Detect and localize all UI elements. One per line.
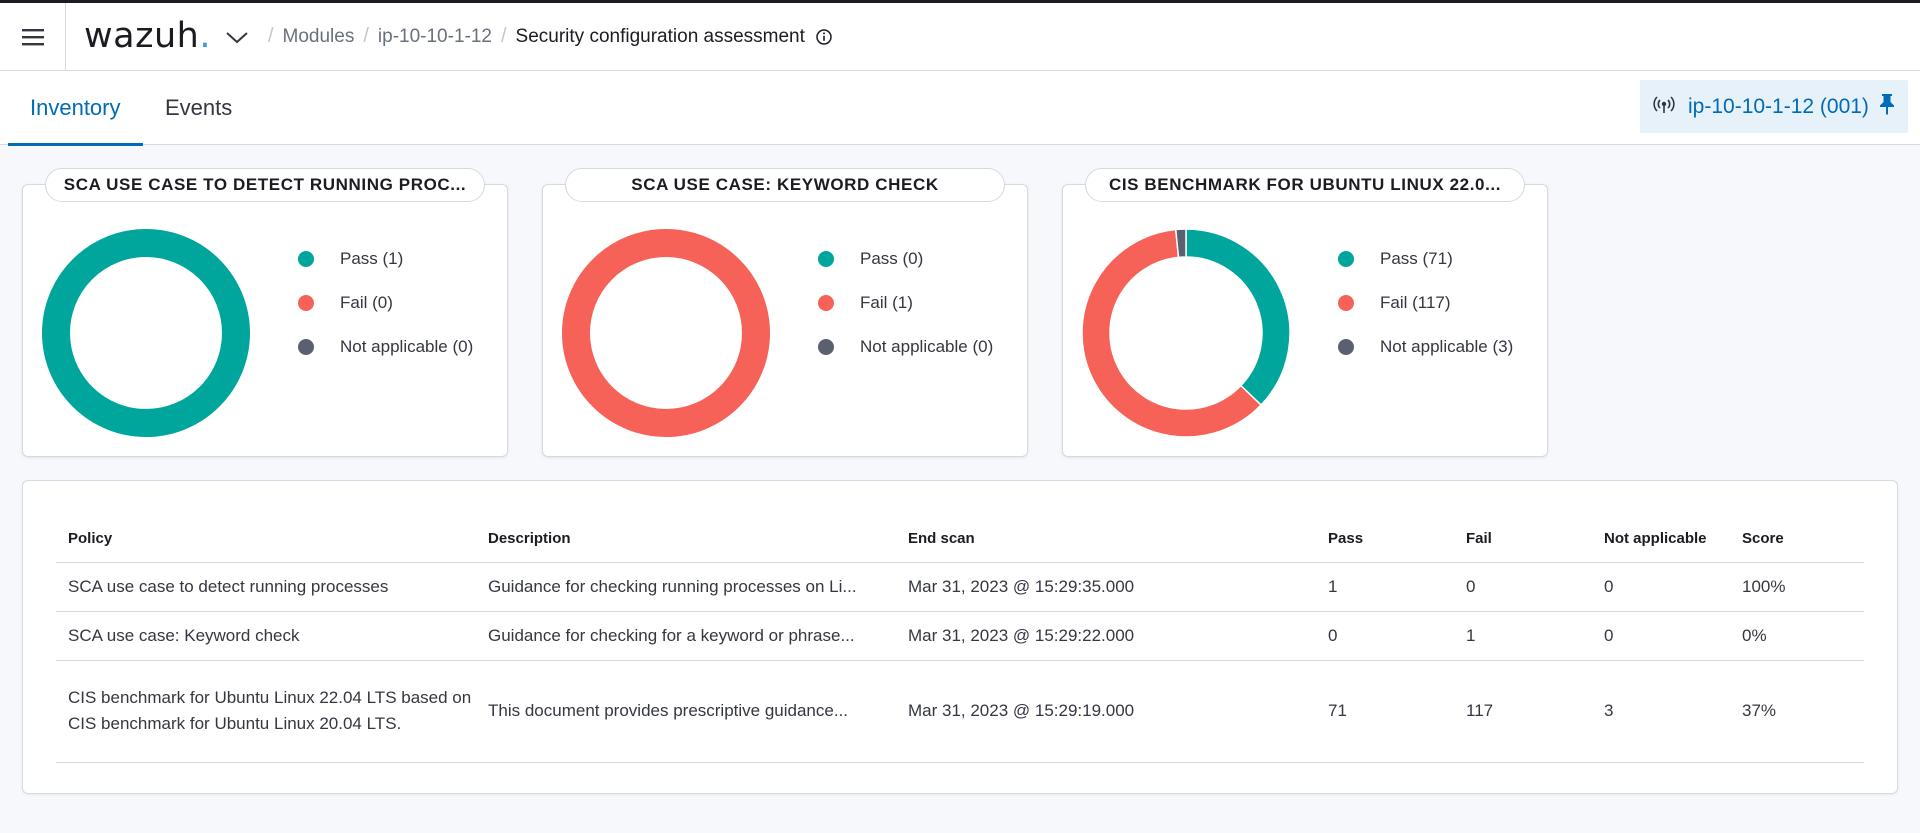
cell-description: This document provides prescriptive guid…	[476, 660, 896, 763]
tab-inventory[interactable]: Inventory	[8, 71, 143, 146]
donut-slice-pass[interactable]	[1185, 228, 1291, 407]
cell-policy: CIS benchmark for Ubuntu Linux 22.04 LTS…	[56, 660, 476, 763]
page-title: Security configuration assessment	[515, 25, 805, 47]
column-header-not-applicable[interactable]: Not applicable	[1592, 516, 1730, 563]
info-icon[interactable]	[815, 28, 833, 46]
cell-not-applicable: 0	[1592, 562, 1730, 612]
table-header-row: Policy Description End scan Pass Fail No…	[56, 516, 1864, 563]
cell-pass: 71	[1316, 660, 1454, 763]
top-header: wazuh. / Modules / ip-10-10-1-12 / Secur…	[0, 2, 1920, 71]
cell-fail: 0	[1454, 562, 1592, 612]
legend-item-not-applicable[interactable]: Not applicable (0)	[298, 325, 473, 369]
legend-item-pass[interactable]: Pass (0)	[818, 237, 993, 281]
column-header-end-scan[interactable]: End scan	[896, 516, 1316, 563]
column-header-fail[interactable]: Fail	[1454, 516, 1592, 563]
card-title: SCA USE CASE TO DETECT RUNNING PROC...	[45, 168, 485, 202]
pin-icon[interactable]	[1878, 93, 1896, 121]
cell-policy: SCA use case: Keyword check	[56, 611, 476, 661]
legend-item-fail[interactable]: Fail (0)	[298, 281, 473, 325]
legend-item-fail[interactable]: Fail (117)	[1338, 281, 1513, 325]
pass-dot-icon	[818, 251, 834, 267]
cell-pass: 0	[1316, 611, 1454, 661]
legend-item-pass[interactable]: Pass (1)	[298, 237, 473, 281]
cell-fail: 1	[1454, 611, 1592, 661]
wazuh-logo[interactable]: wazuh.	[84, 19, 211, 54]
column-header-pass[interactable]: Pass	[1316, 516, 1454, 563]
cell-description: Guidance for checking running processes …	[476, 562, 896, 612]
cell-description: Guidance for checking for a keyword or p…	[476, 611, 896, 661]
breadcrumb-agent[interactable]: ip-10-10-1-12	[378, 26, 492, 48]
column-header-description[interactable]: Description	[476, 516, 896, 563]
cell-end-scan: Mar 31, 2023 @ 15:29:35.000	[896, 562, 1316, 612]
fail-dot-icon	[298, 295, 314, 311]
card-title: CIS BENCHMARK FOR UBUNTU LINUX 22.0...	[1085, 168, 1525, 202]
not-applicable-dot-icon	[298, 339, 314, 355]
legend-item-not-applicable[interactable]: Not applicable (0)	[818, 325, 993, 369]
table-row[interactable]: CIS benchmark for Ubuntu Linux 22.04 LTS…	[56, 660, 1864, 763]
not-applicable-dot-icon	[1338, 339, 1354, 355]
legend-item-not-applicable[interactable]: Not applicable (3)	[1338, 325, 1513, 369]
tabs-bar: Inventory Events ip-10-10-1-12 (001)	[0, 71, 1920, 146]
table-row[interactable]: SCA use case: Keyword check Guidance for…	[56, 611, 1864, 661]
chart-legend: Pass (71) Fail (117) Not applicable (3)	[1338, 237, 1513, 369]
donut-chart	[1081, 228, 1291, 438]
pass-dot-icon	[298, 251, 314, 267]
cell-end-scan: Mar 31, 2023 @ 15:29:22.000	[896, 611, 1316, 661]
breadcrumb: / Modules / ip-10-10-1-12 / Security con…	[259, 25, 833, 48]
breadcrumb-modules[interactable]: Modules	[283, 26, 355, 48]
policies-table-panel: Policy Description End scan Pass Fail No…	[22, 480, 1898, 794]
donut-chart	[42, 229, 250, 437]
policies-table: Policy Description End scan Pass Fail No…	[56, 516, 1864, 763]
cell-not-applicable: 3	[1592, 660, 1730, 763]
table-row[interactable]: SCA use case to detect running processes…	[56, 562, 1864, 612]
agent-name[interactable]: ip-10-10-1-12 (001)	[1688, 95, 1878, 119]
hamburger-menu-icon[interactable]	[0, 2, 66, 71]
wireless-signal-icon	[1652, 94, 1676, 120]
column-header-policy[interactable]: Policy	[56, 516, 476, 563]
donut-slice-pass[interactable]	[42, 229, 250, 437]
cell-score: 100%	[1730, 562, 1864, 612]
cell-fail: 117	[1454, 660, 1592, 763]
tab-events[interactable]: Events	[165, 71, 232, 145]
chart-legend: Pass (0) Fail (1) Not applicable (0)	[818, 237, 993, 369]
cell-policy: SCA use case to detect running processes	[56, 562, 476, 612]
chart-legend: Pass (1) Fail (0) Not applicable (0)	[298, 237, 473, 369]
cell-not-applicable: 0	[1592, 611, 1730, 661]
column-header-score[interactable]: Score	[1730, 516, 1864, 563]
sca-card-keyword-check: SCA USE CASE: KEYWORD CHECK Pass (0) Fai…	[542, 168, 1028, 457]
fail-dot-icon	[1338, 295, 1354, 311]
donut-chart	[562, 229, 770, 437]
cell-end-scan: Mar 31, 2023 @ 15:29:19.000	[896, 660, 1316, 763]
fail-dot-icon	[818, 295, 834, 311]
legend-item-fail[interactable]: Fail (1)	[818, 281, 993, 325]
sca-card-cis-ubuntu: CIS BENCHMARK FOR UBUNTU LINUX 22.0... P…	[1062, 168, 1548, 457]
not-applicable-dot-icon	[818, 339, 834, 355]
card-title: SCA USE CASE: KEYWORD CHECK	[565, 168, 1005, 202]
cell-score: 37%	[1730, 660, 1864, 763]
cell-score: 0%	[1730, 611, 1864, 661]
legend-item-pass[interactable]: Pass (71)	[1338, 237, 1513, 281]
sca-card-running-processes: SCA USE CASE TO DETECT RUNNING PROC... P…	[22, 168, 508, 457]
cell-pass: 1	[1316, 562, 1454, 612]
donut-slice-fail[interactable]	[562, 229, 770, 437]
pass-dot-icon	[1338, 251, 1354, 267]
chevron-down-icon[interactable]	[225, 29, 249, 45]
agent-pinned-badge[interactable]: ip-10-10-1-12 (001)	[1640, 80, 1908, 133]
